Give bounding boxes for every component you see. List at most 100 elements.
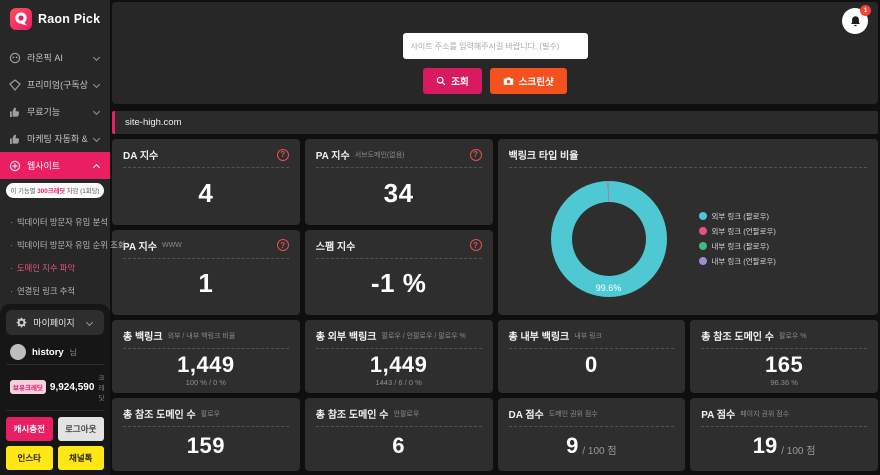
- credit-cost-badge: 이 기능별 300크레딧 차감 (1회당): [6, 183, 104, 198]
- notification-badge: 1: [860, 5, 871, 16]
- card-pa-index-subdomain: PA 지수서브도메인(없음)? 34: [305, 139, 493, 225]
- channeltalk-button[interactable]: 채널톡: [58, 446, 105, 470]
- legend-dot: [699, 257, 707, 265]
- card-title: 총 참조 도메인 수: [701, 328, 774, 343]
- menu-label: 무료기능: [27, 105, 88, 118]
- help-icon[interactable]: ?: [470, 239, 482, 251]
- chart-legend: 외부 링크 (팔로우)외부 링크 (언팔로우)내부 링크 (팔로우)내부 링크 …: [699, 211, 776, 267]
- donut-center-label: 99.6%: [551, 283, 667, 293]
- sidebar-item-free-features[interactable]: 무료기능: [0, 98, 110, 125]
- lookup-label: 조회: [451, 74, 468, 88]
- help-icon[interactable]: ?: [470, 149, 482, 161]
- legend-label: 외부 링크 (팔로우): [712, 211, 769, 222]
- profile-panel: 마이페이지 history 님 보유크레딧 9,924,590 크레딧 캐시충전…: [0, 304, 110, 475]
- card-da-index: DA 지수? 4: [112, 139, 300, 225]
- metric-grid: DA 지수? 4 PA 지수서브도메인(없음)? 34 PA 지수WWW? 1 …: [112, 139, 878, 473]
- logo[interactable]: Raon Pick: [0, 0, 110, 40]
- submenu-item-visitor-rank[interactable]: ·빅데이터 방문자 유입 순위 조회: [0, 233, 110, 256]
- credit-value: 9,924,590: [50, 382, 95, 393]
- bell-icon: [849, 15, 862, 28]
- card-subtitle: 페이지 권위 점수: [740, 409, 789, 419]
- card-title: 총 외부 백링크: [316, 328, 377, 343]
- screenshot-button[interactable]: 스크린샷: [490, 68, 567, 94]
- card-value: 165: [701, 349, 867, 380]
- username-suffix: 님: [70, 347, 77, 358]
- raonpick-logo-icon: [10, 8, 32, 30]
- search-panel: 1 조회 스크린샷: [112, 2, 878, 104]
- card-subtitle: 팔로우 %: [779, 331, 807, 341]
- camera-icon: [503, 76, 514, 86]
- card-total-external-backlinks: 총 외부 백링크팔로우 / 언팔로우 / 팔로우 % 1,449 1443 / …: [305, 320, 493, 393]
- card-title: PA 지수: [316, 147, 350, 162]
- notification-bell-button[interactable]: 1: [842, 8, 868, 34]
- submenu-label: 도메인 지수 파악: [17, 262, 75, 274]
- help-icon[interactable]: ?: [277, 239, 289, 251]
- app-window: Raon Pick 라온픽 AI 프리미엄(구독상품): [0, 0, 880, 475]
- cash-charge-button[interactable]: 캐시충전: [6, 417, 53, 441]
- submenu-item-link-tracking[interactable]: ·연결된 링크 추적: [0, 279, 110, 302]
- legend-label: 외부 링크 (언팔로우): [712, 226, 776, 237]
- chevron-down-icon: [93, 81, 100, 88]
- chevron-down-icon: [93, 135, 100, 142]
- card-da-score: DA 점수도메인 권위 점수 9/ 100 점: [498, 398, 686, 471]
- bullet: ·: [10, 240, 13, 250]
- sidebar-item-marketing-seo[interactable]: 마케팅 자동화 & SEO: [0, 125, 110, 152]
- backlink-type-chart-card: 백링크 타입 비율 99.6% 외부 링크 (팔로우)외부 링크 (언팔로우)내…: [498, 139, 879, 315]
- submenu-label: 빅데이터 방문자 유입 순위 조회: [17, 239, 125, 251]
- index-cards: DA 지수? 4 PA 지수서브도메인(없음)? 34 PA 지수WWW? 1 …: [112, 139, 493, 315]
- submenu-item-visitor-analysis[interactable]: ·빅데이터 방문자 유입 분석: [0, 210, 110, 233]
- instagram-button[interactable]: 인스타: [6, 446, 53, 470]
- card-subvalue: [509, 378, 675, 387]
- card-subtitle: 팔로우: [201, 409, 220, 419]
- menu-label: 프리미엄(구독상품): [27, 78, 88, 91]
- card-value: 34: [316, 168, 482, 219]
- sidebar-item-premium[interactable]: 프리미엄(구독상품): [0, 71, 110, 98]
- sidebar-item-website[interactable]: 웹사이트: [0, 152, 110, 179]
- mypage-toggle[interactable]: 마이페이지: [6, 310, 104, 335]
- card-value: 4: [123, 168, 289, 219]
- chevron-down-icon: [93, 108, 100, 115]
- submenu-item-domain-index[interactable]: · 도메인 지수 파악: [0, 256, 110, 279]
- score-suffix: / 100 점: [781, 442, 815, 457]
- submenu-label: 연결된 링크 추적: [17, 285, 75, 297]
- legend-item: 외부 링크 (팔로우): [699, 211, 776, 222]
- sidebar-item-raonpick-ai[interactable]: 라온픽 AI: [0, 44, 110, 71]
- card-value: -1 %: [316, 259, 482, 310]
- card-title: 총 참조 도메인 수: [123, 406, 196, 421]
- lookup-button[interactable]: 조회: [423, 68, 481, 94]
- card-subvalue: 96.36 %: [701, 378, 867, 387]
- card-ref-domains-nofollow: 총 참조 도메인 수언팔로우 6: [305, 398, 493, 471]
- screenshot-label: 스크린샷: [519, 74, 554, 88]
- credit-note-suffix: 차감 (1회당): [65, 188, 99, 195]
- card-title: 총 내부 백링크: [509, 328, 570, 343]
- card-subtitle: 내부 링크: [574, 331, 602, 341]
- credit-unit: 크레딧: [98, 372, 104, 402]
- help-icon[interactable]: ?: [277, 149, 289, 161]
- thumbs-up-icon: [9, 133, 21, 145]
- site-url-input[interactable]: [403, 33, 588, 59]
- card-pa-score: PA 점수페이지 권위 점수 19/ 100 점: [690, 398, 878, 471]
- legend-item: 외부 링크 (언팔로우): [699, 226, 776, 237]
- menu-label: 웹사이트: [27, 159, 88, 172]
- bullet: ·: [10, 263, 13, 273]
- donut-chart: 99.6%: [551, 181, 667, 297]
- card-value: 159: [123, 427, 289, 465]
- card-title: DA 점수: [509, 406, 544, 421]
- card-title: PA 지수: [123, 238, 157, 253]
- card-title: 총 백링크: [123, 328, 163, 343]
- site-domain: site-high.com: [125, 117, 182, 128]
- app-title: Raon Pick: [38, 12, 100, 26]
- card-subvalue: 100 % / 0 %: [123, 378, 289, 387]
- logout-button[interactable]: 로그아웃: [58, 417, 105, 441]
- donut-chart-area: 99.6% 외부 링크 (팔로우) 외부 링크 (언팔로우) 내부 링크 (팔로우)…: [509, 168, 868, 309]
- username: history: [32, 347, 64, 358]
- card-value: 1,449: [123, 349, 289, 380]
- action-row: 조회 스크린샷: [423, 68, 566, 94]
- card-subtitle: WWW: [162, 242, 182, 249]
- legend-dot: [699, 242, 707, 250]
- website-icon: [9, 160, 21, 172]
- card-title: DA 지수: [123, 147, 158, 162]
- legend-label: 내부 링크 (팔로우): [712, 241, 769, 252]
- card-value: 1,449: [316, 349, 482, 380]
- avatar: [10, 344, 26, 360]
